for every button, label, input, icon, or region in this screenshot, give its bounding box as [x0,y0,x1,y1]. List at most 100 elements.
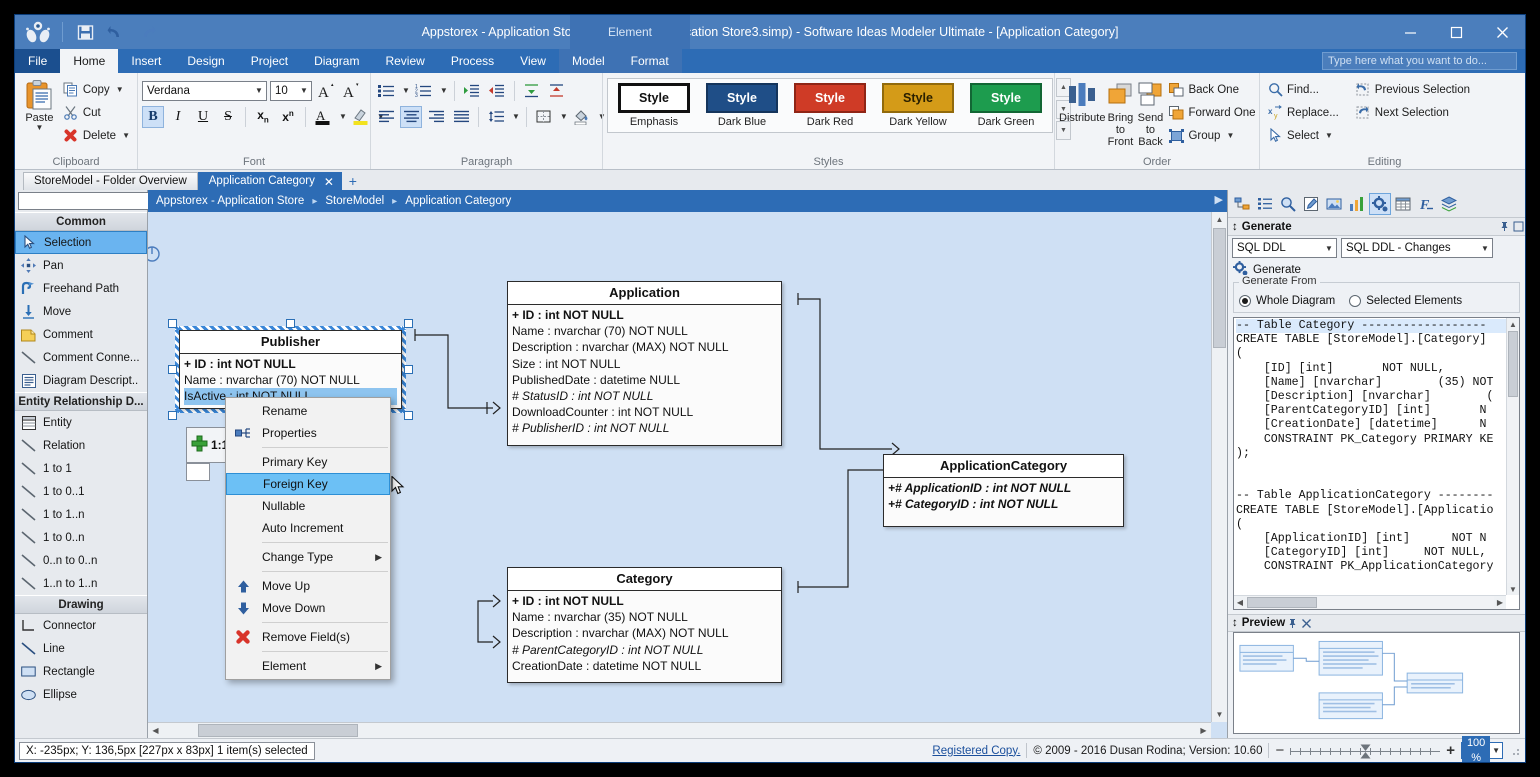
entity-field-row[interactable]: + ID : int NOT NULL [512,593,777,609]
entity-application[interactable]: Application + ID : int NOT NULL Name : n… [507,281,782,446]
font-color-caret[interactable]: ▼ [339,112,347,121]
palette-item-1-to-1-n[interactable]: 1 to 1..n [15,503,147,526]
font-color-button[interactable]: A [312,106,334,128]
bullet-list-caret[interactable]: ▼ [402,86,410,95]
entity-field-row[interactable]: # PublisherID : int NOT NULL [512,420,777,436]
model-tree-icon[interactable] [1231,193,1253,215]
palette-item-diagram-description[interactable]: Diagram Descript.. [15,369,147,392]
tab-model[interactable]: Model [558,49,618,73]
entity-field-row[interactable]: # ParentCategoryID : int NOT NULL [512,642,777,658]
palette-item-1-n-to-1-n[interactable]: 1..n to 1..n [15,572,147,595]
grow-font-button[interactable]: A [315,80,337,102]
previous-selection-button[interactable]: Previous Selection [1352,78,1473,101]
resize-handle[interactable] [404,365,413,374]
palette-search-input[interactable] [18,192,168,210]
minimize-button[interactable] [1387,15,1433,49]
entity-field-row[interactable]: Description : nvarchar (MAX) NOT NULL [512,625,777,641]
numbered-list-caret[interactable]: ▼ [440,86,448,95]
style-dark-green[interactable]: Style Dark Green [962,83,1050,128]
resize-handle[interactable] [286,319,295,328]
collapse-icon[interactable]: ↕ [1232,221,1238,233]
scroll-right-button[interactable]: ▶ [1196,723,1211,738]
bring-to-front-button[interactable]: Bring to Front [1105,76,1135,148]
palette-item-selection[interactable]: Selection [15,231,147,254]
tab-process[interactable]: Process [438,49,507,73]
context-menu-item-element[interactable]: Element ▶ [226,655,390,677]
add-plus-icon[interactable] [191,435,208,455]
sql-vertical-scrollbar[interactable]: ▲ ▼ [1506,318,1519,595]
format-f-icon[interactable]: F [1415,193,1437,215]
resize-handle[interactable] [404,411,413,420]
sql-h-scroll-thumb[interactable] [1247,597,1317,608]
collapse-icon[interactable]: ↕ [1232,617,1238,629]
scroll-up-button[interactable]: ▲ [1212,212,1227,227]
decrease-indent-button[interactable] [486,80,508,102]
pin-icon[interactable] [1285,616,1299,630]
select-caret[interactable]: ▼ [1325,131,1333,140]
scroll-down-button[interactable]: ▼ [1507,583,1519,595]
align-right-button[interactable] [425,106,447,128]
maximize-panel-icon[interactable] [1511,220,1525,234]
italic-button[interactable]: I [167,106,189,128]
generate-language-combo[interactable]: SQL DDL ▼ [1232,238,1337,258]
send-to-back-button[interactable]: Send to Back [1135,76,1165,148]
chart-icon[interactable] [1346,193,1368,215]
palette-item-pan[interactable]: Pan [15,254,147,277]
ribbon-search-input[interactable]: Type here what you want to do... [1322,52,1517,70]
numbered-list-button[interactable]: 123 [413,80,435,102]
context-menu-item-rename[interactable]: Rename [226,400,390,422]
tab-diagram[interactable]: Diagram [301,49,372,73]
delete-dropdown-caret[interactable]: ▼ [122,131,130,140]
back-one-button[interactable]: Back One [1165,78,1258,101]
vertical-scroll-thumb[interactable] [1213,228,1226,348]
tab-review[interactable]: Review [372,49,437,73]
entity-field-row[interactable]: CreationDate : datetime NOT NULL [512,658,777,674]
image-icon[interactable] [1323,193,1345,215]
group-caret[interactable]: ▼ [1226,131,1234,140]
table-grid-icon[interactable] [1392,193,1414,215]
context-menu-item-primary-key[interactable]: Primary Key [226,451,390,473]
breadcrumb-expand-icon[interactable]: ▶ [1215,193,1223,206]
quick-add-swatch[interactable] [186,463,210,481]
palette-item-relation[interactable]: Relation [15,434,147,457]
breadcrumb-item-project[interactable]: Appstorex - Application Store [156,195,304,207]
tab-view[interactable]: View [507,49,559,73]
canvas-horizontal-scrollbar[interactable]: ◀ ▶ [148,722,1211,738]
document-tab-storemodel[interactable]: StoreModel - Folder Overview [23,172,198,190]
palette-item-entity[interactable]: Entity [15,411,147,434]
scroll-up-button[interactable]: ▲ [1507,318,1519,330]
breadcrumb-item-model[interactable]: StoreModel [325,195,384,207]
tab-insert[interactable]: Insert [118,49,174,73]
diagram-preview[interactable] [1233,632,1520,734]
line-spacing-button[interactable] [485,106,507,128]
paste-button[interactable]: Paste ▼ [19,76,60,132]
align-bottom-button[interactable] [546,80,568,102]
style-dark-blue[interactable]: Style Dark Blue [698,83,786,128]
redo-icon[interactable] [136,21,158,43]
undo-icon[interactable] [105,21,127,43]
context-menu-item-nullable[interactable]: Nullable [226,495,390,517]
borders-caret[interactable]: ▼ [560,112,568,121]
generate-gear-icon[interactable] [1369,192,1391,215]
palette-item-connector[interactable]: Connector [15,614,147,637]
zoom-slider-thumb[interactable] [1360,744,1371,759]
entity-field-row[interactable]: Size : int NOT NULL [512,356,777,372]
style-dark-yellow[interactable]: Style Dark Yellow [874,83,962,128]
resize-handle[interactable] [168,365,177,374]
align-left-button[interactable] [375,106,397,128]
palette-item-ellipse[interactable]: Ellipse [15,683,147,706]
tab-file[interactable]: File [15,49,61,73]
borders-button[interactable] [533,106,555,128]
palette-item-comment[interactable]: Comment [15,323,147,346]
palette-item-1-to-1[interactable]: 1 to 1 [15,457,147,480]
document-tab-application-category[interactable]: Application Category ✕ [197,172,342,190]
entity-field-row[interactable]: # StatusID : int NOT NULL [512,388,777,404]
style-dark-red[interactable]: Style Dark Red [786,83,874,128]
fill-color-button[interactable] [571,106,593,128]
breadcrumb-item-diagram[interactable]: Application Category [405,195,511,207]
justify-button[interactable] [450,106,472,128]
forward-one-button[interactable]: Forward One [1165,101,1258,124]
palette-item-1-to-0-1[interactable]: 1 to 0..1 [15,480,147,503]
entity-field-row[interactable]: Name : nvarchar (35) NOT NULL [512,609,777,625]
add-tab-icon[interactable]: + [342,172,364,190]
